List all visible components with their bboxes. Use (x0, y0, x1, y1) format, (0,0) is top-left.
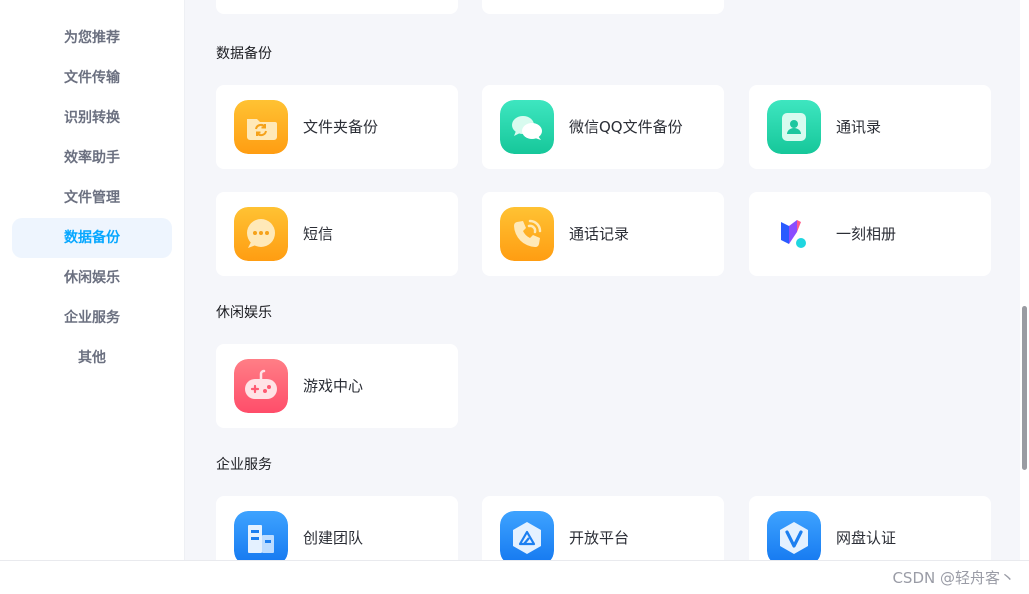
card-game-center[interactable]: 游戏中心 (216, 344, 458, 428)
phone-icon (500, 207, 554, 261)
card-label: 文件夹备份 (303, 118, 379, 136)
main-content: 数据备份 文件夹备份 微信QQ文件备份 通讯录 短信 通话记录 一刻相册 休闲娱… (185, 0, 1020, 560)
sidebar-item-file-transfer[interactable]: 文件传输 (12, 58, 172, 98)
card-label: 通讯录 (836, 118, 882, 136)
card-partial-previous-1[interactable] (216, 0, 458, 14)
card-label: 通话记录 (569, 225, 630, 243)
card-netdisk-certification[interactable]: 网盘认证 (749, 496, 991, 560)
card-sms[interactable]: 短信 (216, 192, 458, 276)
sidebar-item-efficiency[interactable]: 效率助手 (12, 138, 172, 178)
card-label: 网盘认证 (836, 529, 897, 547)
scrollbar-thumb[interactable] (1022, 306, 1027, 470)
card-contacts[interactable]: 通讯录 (749, 85, 991, 169)
card-folder-backup[interactable]: 文件夹备份 (216, 85, 458, 169)
card-label: 开放平台 (569, 529, 630, 547)
card-wechat-qq-backup[interactable]: 微信QQ文件备份 (482, 85, 724, 169)
section-title-enterprise: 企业服务 (216, 457, 272, 473)
card-open-platform[interactable]: 开放平台 (482, 496, 724, 560)
sidebar-item-file-management[interactable]: 文件管理 (12, 178, 172, 218)
gamepad-icon (234, 359, 288, 413)
verified-shield-icon (767, 511, 821, 560)
footer-bar: CSDN @轻舟客丶 (0, 560, 1029, 594)
card-label: 创建团队 (303, 529, 364, 547)
sidebar-item-leisure[interactable]: 休闲娱乐 (12, 258, 172, 298)
yike-album-icon (767, 207, 821, 261)
card-label: 游戏中心 (303, 377, 364, 395)
card-label: 一刻相册 (836, 225, 897, 243)
sidebar-item-recommend[interactable]: 为您推荐 (12, 18, 172, 58)
chat-bubbles-icon (500, 100, 554, 154)
vertical-scrollbar[interactable] (1020, 0, 1029, 560)
sidebar-item-other[interactable]: 其他 (12, 338, 172, 378)
sidebar-item-enterprise[interactable]: 企业服务 (12, 298, 172, 338)
card-label: 微信QQ文件备份 (569, 118, 683, 136)
card-call-log[interactable]: 通话记录 (482, 192, 724, 276)
card-yike-album[interactable]: 一刻相册 (749, 192, 991, 276)
watermark-text: CSDN @轻舟客丶 (892, 569, 1015, 587)
section-title-backup: 数据备份 (216, 46, 272, 62)
section-title-leisure: 休闲娱乐 (216, 305, 272, 321)
sidebar: 为您推荐 文件传输 识别转换 效率助手 文件管理 数据备份 休闲娱乐 企业服务 … (0, 0, 185, 560)
sms-icon (234, 207, 288, 261)
card-partial-previous-2[interactable] (482, 0, 724, 14)
sidebar-item-data-backup[interactable]: 数据备份 (12, 218, 172, 258)
app-window: 为您推荐 文件传输 识别转换 效率助手 文件管理 数据备份 休闲娱乐 企业服务 … (0, 0, 1029, 594)
contact-icon (767, 100, 821, 154)
card-create-team[interactable]: 创建团队 (216, 496, 458, 560)
folder-sync-icon (234, 100, 288, 154)
open-platform-icon (500, 511, 554, 560)
card-label: 短信 (303, 225, 334, 243)
building-icon (234, 511, 288, 560)
sidebar-item-recognition[interactable]: 识别转换 (12, 98, 172, 138)
